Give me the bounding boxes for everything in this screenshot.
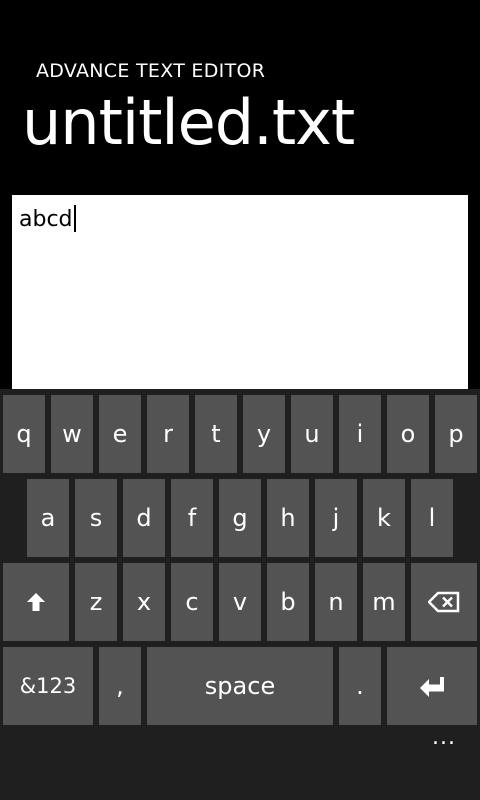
- enter-icon: [420, 677, 444, 697]
- key-t[interactable]: t: [195, 395, 237, 473]
- app-title: ADVANCE TEXT EDITOR: [36, 60, 266, 82]
- key-d[interactable]: d: [123, 479, 165, 557]
- key-q[interactable]: q: [3, 395, 45, 473]
- space-key[interactable]: space: [147, 647, 333, 725]
- key-e[interactable]: e: [99, 395, 141, 473]
- on-screen-keyboard: q w e r t y u i o p a s d f g h j k l z …: [0, 389, 480, 800]
- key-b[interactable]: b: [267, 563, 309, 641]
- key-j[interactable]: j: [315, 479, 357, 557]
- key-o[interactable]: o: [387, 395, 429, 473]
- key-i[interactable]: i: [339, 395, 381, 473]
- key-m[interactable]: m: [363, 563, 405, 641]
- page-title: untitled.txt: [22, 86, 355, 159]
- text-editor-area[interactable]: abcd: [12, 195, 468, 389]
- key-v[interactable]: v: [219, 563, 261, 641]
- text-caret: [73, 205, 76, 232]
- shift-arrow-icon: [27, 593, 45, 611]
- backspace-icon: [428, 591, 460, 613]
- symbols-key[interactable]: &123: [3, 647, 93, 725]
- key-f[interactable]: f: [171, 479, 213, 557]
- key-k[interactable]: k: [363, 479, 405, 557]
- key-l[interactable]: l: [411, 479, 453, 557]
- key-s[interactable]: s: [75, 479, 117, 557]
- key-n[interactable]: n: [315, 563, 357, 641]
- enter-key[interactable]: [387, 647, 477, 725]
- key-c[interactable]: c: [171, 563, 213, 641]
- key-period[interactable]: .: [339, 647, 381, 725]
- key-h[interactable]: h: [267, 479, 309, 557]
- app-bar-more-button[interactable]: ...: [432, 725, 456, 750]
- key-w[interactable]: w: [51, 395, 93, 473]
- editor-content: abcd: [19, 207, 73, 232]
- key-x[interactable]: x: [123, 563, 165, 641]
- key-r[interactable]: r: [147, 395, 189, 473]
- key-g[interactable]: g: [219, 479, 261, 557]
- backspace-key[interactable]: [411, 563, 477, 641]
- key-a[interactable]: a: [27, 479, 69, 557]
- key-comma[interactable]: ,: [99, 647, 141, 725]
- key-z[interactable]: z: [75, 563, 117, 641]
- shift-key[interactable]: [3, 563, 69, 641]
- key-p[interactable]: p: [435, 395, 477, 473]
- key-y[interactable]: y: [243, 395, 285, 473]
- key-u[interactable]: u: [291, 395, 333, 473]
